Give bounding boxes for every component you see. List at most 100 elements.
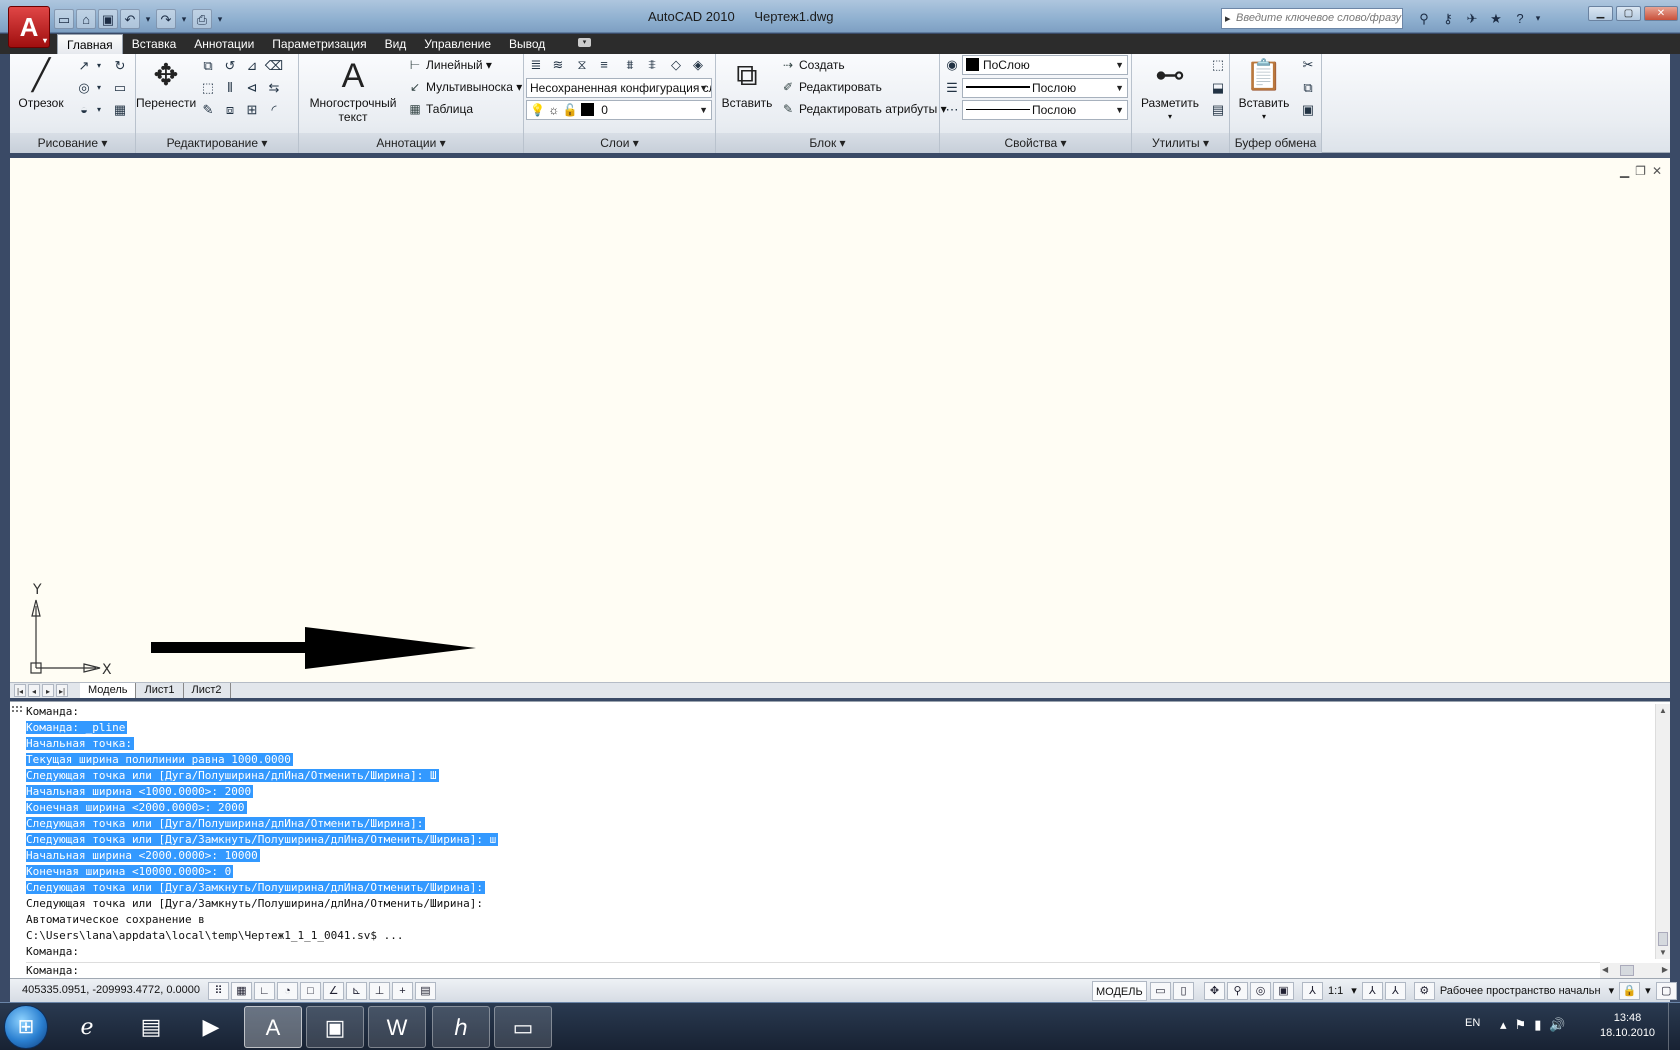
- satellite-icon[interactable]: ✈: [1461, 8, 1483, 29]
- key-icon[interactable]: ⚷: [1437, 8, 1459, 29]
- panel-title-layers[interactable]: Слои ▾: [524, 133, 715, 153]
- autocad-taskbar-icon[interactable]: A: [244, 1006, 302, 1048]
- gear-icon[interactable]: ⚙: [1413, 982, 1435, 1000]
- chevron-down-icon[interactable]: ▾: [94, 100, 104, 120]
- color-dropdown[interactable]: ПоСлою ▼: [962, 55, 1128, 75]
- grid-icon[interactable]: ▦: [231, 982, 252, 1000]
- lineweight-icon[interactable]: ☰: [942, 78, 962, 98]
- tab-manage[interactable]: Управление: [415, 34, 500, 54]
- chevron-down-icon[interactable]: ▾: [178, 9, 190, 29]
- next-layout-icon[interactable]: ▸: [42, 684, 54, 697]
- new-icon[interactable]: ▭: [54, 9, 74, 29]
- language-indicator[interactable]: EN: [1465, 1017, 1480, 1029]
- scroll-up-icon[interactable]: ▲: [1659, 706, 1667, 715]
- edit-attributes-button[interactable]: ✎ Редактировать атрибуты ▾: [780, 99, 947, 119]
- lineweight-dropdown[interactable]: Послою ▼: [962, 78, 1128, 98]
- word-icon[interactable]: W: [368, 1006, 426, 1048]
- chevron-down-icon[interactable]: ▾: [1533, 8, 1543, 29]
- command-hscrollbar[interactable]: ◀ ▶: [1600, 963, 1670, 978]
- scroll-thumb[interactable]: [1620, 965, 1634, 976]
- explode-icon[interactable]: ⇆: [264, 78, 284, 98]
- mirror-icon[interactable]: ⊲: [242, 78, 262, 98]
- layer-state-icon[interactable]: ≋: [548, 55, 568, 75]
- polyline-icon[interactable]: ↗: [74, 56, 94, 76]
- zoom-icon[interactable]: ⚲: [1227, 982, 1248, 1000]
- ducs-icon[interactable]: ⊾: [346, 982, 367, 1000]
- snap-icon[interactable]: ⠿: [208, 982, 229, 1000]
- fillet-icon[interactable]: ◜: [264, 100, 284, 120]
- save-app-icon[interactable]: ▣: [306, 1006, 364, 1048]
- scroll-thumb[interactable]: [1658, 932, 1668, 946]
- annotation-visibility-icon[interactable]: ⅄: [1361, 982, 1383, 1000]
- close-icon[interactable]: ✕: [1652, 164, 1662, 178]
- edit-block-button[interactable]: ✐ Редактировать: [780, 77, 882, 97]
- layout-split-icon[interactable]: ▯: [1173, 982, 1194, 1000]
- lock-icon[interactable]: 🔒: [1619, 982, 1641, 1000]
- rotate-icon[interactable]: ↺: [220, 56, 240, 76]
- osnap-icon[interactable]: □: [300, 982, 321, 1000]
- insert-block-button[interactable]: ⧉ Вставить: [720, 56, 774, 110]
- layout-tab-sheet2[interactable]: Лист2: [184, 683, 231, 698]
- binoculars-icon[interactable]: ⚲: [1413, 8, 1435, 29]
- grip-handle[interactable]: [12, 706, 22, 712]
- otrack-icon[interactable]: ∠: [323, 982, 344, 1000]
- internet-explorer-icon[interactable]: ℯ: [58, 1006, 116, 1048]
- hp-icon[interactable]: ℎ: [432, 1006, 490, 1048]
- chevron-down-icon[interactable]: ▾: [1348, 982, 1360, 1000]
- panel-title-utilities[interactable]: Утилиты ▾: [1132, 133, 1229, 153]
- offset-icon[interactable]: ⧈: [220, 100, 240, 120]
- clock[interactable]: 13:48 18.10.2010: [1600, 1011, 1655, 1041]
- media-player-icon[interactable]: ▶: [182, 1006, 240, 1048]
- layer-isolate-icon[interactable]: ⩩: [620, 55, 640, 75]
- erase-icon[interactable]: ⌫: [264, 56, 284, 76]
- move-button[interactable]: ✥ Перенести: [136, 56, 196, 110]
- panel-title-block[interactable]: Блок ▾: [716, 133, 939, 153]
- linetype-icon[interactable]: ⋯: [942, 100, 962, 120]
- measure-button[interactable]: ⊷ Разметить ▾: [1134, 56, 1206, 124]
- command-scrollbar[interactable]: ▲ ▼: [1655, 704, 1670, 959]
- layout-tab-model[interactable]: Модель: [80, 683, 137, 698]
- layer-freeze-icon[interactable]: ◇: [666, 55, 686, 75]
- tab-parametric[interactable]: Параметризация: [263, 34, 375, 54]
- arc-icon[interactable]: ◒: [74, 100, 94, 120]
- start-button[interactable]: ⊞: [4, 1005, 48, 1049]
- dyn-icon[interactable]: ⊥: [369, 982, 390, 1000]
- annotation-scale-icon[interactable]: ⅄: [1302, 982, 1323, 1000]
- search-input[interactable]: Введите ключевое слово/фразу: [1221, 8, 1403, 29]
- linear-dimension-button[interactable]: ⊢ Линейный ▾: [407, 55, 492, 75]
- chevron-down-icon[interactable]: ▾: [94, 78, 104, 98]
- scroll-down-icon[interactable]: ▼: [1659, 948, 1667, 957]
- redo-icon[interactable]: ↷: [156, 9, 176, 29]
- panel-title-annotation[interactable]: Аннотации ▾: [299, 133, 523, 153]
- power-icon[interactable]: ▮: [1534, 1017, 1541, 1033]
- tab-output[interactable]: Вывод: [500, 34, 554, 54]
- multileader-button[interactable]: ↙ Мультивыноска ▾: [407, 77, 522, 97]
- polyline-arrow[interactable]: [151, 626, 481, 670]
- auto-scale-icon[interactable]: ⅄: [1384, 982, 1406, 1000]
- current-layer-dropdown[interactable]: 💡 ☼ 🔓 0 ▼: [526, 100, 712, 120]
- create-block-button[interactable]: ⇢ Создать: [780, 55, 845, 75]
- array-icon[interactable]: ⊞: [242, 100, 262, 120]
- tab-view[interactable]: Вид: [376, 34, 416, 54]
- layout-icon[interactable]: ▭: [1150, 982, 1171, 1000]
- lineweight-toggle-icon[interactable]: +: [392, 982, 413, 1000]
- polar-icon[interactable]: ◔: [277, 982, 298, 1000]
- steering-wheel-icon[interactable]: ◎: [1250, 982, 1271, 1000]
- undo-icon[interactable]: ↶: [120, 9, 140, 29]
- layer-previous-icon[interactable]: ≡: [594, 55, 614, 75]
- scroll-left-icon[interactable]: ◀: [1602, 965, 1608, 974]
- layout-tab-sheet1[interactable]: Лист1: [136, 683, 184, 698]
- stretch-icon[interactable]: ⬚: [198, 78, 218, 98]
- volume-icon[interactable]: 🔊: [1549, 1017, 1565, 1033]
- mirror-icon[interactable]: ⫴: [220, 78, 240, 98]
- match-properties-icon[interactable]: ▣: [1298, 100, 1318, 120]
- layer-state-dropdown[interactable]: Несохраненная конфигурация сл ▼: [526, 78, 712, 98]
- rotate-icon[interactable]: ↻: [110, 56, 130, 76]
- copy-icon[interactable]: ⧉: [198, 56, 218, 76]
- chevron-up-icon[interactable]: ▴: [1500, 1017, 1507, 1033]
- prev-layout-icon[interactable]: ◂: [28, 684, 40, 697]
- match-properties-icon[interactable]: ✎: [198, 100, 218, 120]
- annotation-scale[interactable]: 1:1: [1325, 982, 1346, 1000]
- tab-insert[interactable]: Вставка: [123, 34, 186, 54]
- last-layout-icon[interactable]: ▸|: [56, 684, 68, 697]
